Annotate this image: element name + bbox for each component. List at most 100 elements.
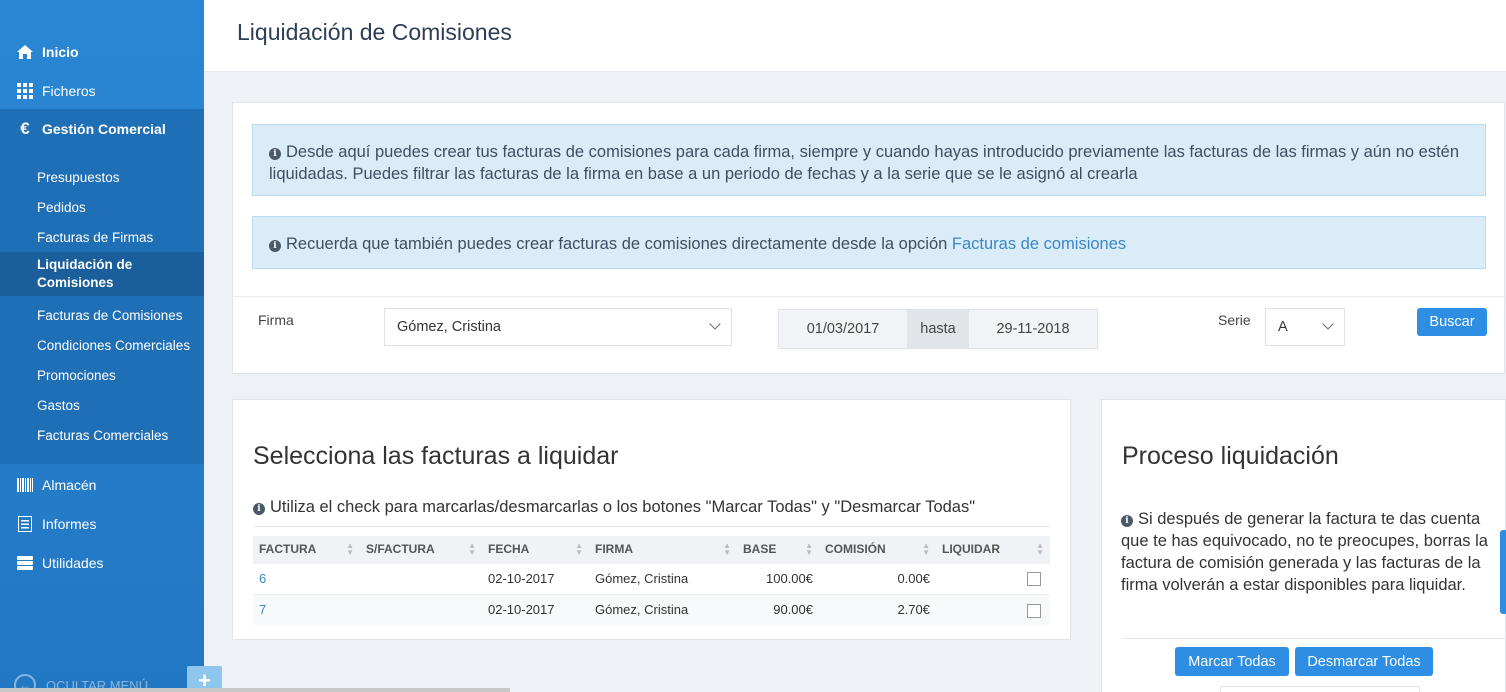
firma-label: Firma: [258, 312, 294, 328]
process-title: Proceso liquidación: [1122, 442, 1339, 470]
sidebar-item-facturas-firmas[interactable]: Facturas de Firmas: [0, 228, 204, 246]
nav-informes[interactable]: Informes: [0, 504, 204, 543]
mark-all-button[interactable]: Marcar Todas: [1175, 647, 1289, 676]
date-from-input[interactable]: 01/03/2017: [779, 310, 907, 348]
firma-cell: Gómez, Cristina: [589, 562, 737, 594]
fecha-cell: 02-10-2017: [482, 593, 589, 625]
search-button[interactable]: Buscar: [1417, 308, 1487, 336]
sort-icon: ▲ ▼: [805, 541, 813, 557]
sort-icon: ▲ ▼: [922, 541, 930, 557]
base-cell: 100.00€: [737, 562, 819, 594]
sort-icon: ▲ ▼: [468, 541, 476, 557]
facturas-comisiones-link[interactable]: Facturas de comisiones: [952, 235, 1126, 253]
nav-ficheros-label: Ficheros: [42, 82, 96, 99]
firma-select-value: Gómez, Cristina: [397, 319, 501, 335]
nav-inicio[interactable]: Inicio: [0, 32, 204, 71]
comision-cell: 2.70€: [819, 593, 936, 625]
s-factura-cell: [360, 562, 482, 594]
divider: [1122, 638, 1506, 639]
factura-link[interactable]: 7: [259, 602, 266, 617]
sidebar-item-pedidos[interactable]: Pedidos: [0, 198, 204, 216]
sidebar-item-promociones[interactable]: Promociones: [0, 366, 204, 384]
nav-gestion-comercial-label: Gestión Comercial: [42, 120, 166, 137]
info-alert-description: i Desde aquí puedes crear tus facturas de…: [252, 124, 1486, 196]
sub-item-label: Pedidos: [37, 199, 86, 215]
side-scroll-tab[interactable]: [1500, 530, 1506, 614]
info-panel: i Desde aquí puedes crear tus facturas de…: [232, 102, 1505, 298]
sidebar-item-facturas-comisiones[interactable]: Facturas de Comisiones: [0, 306, 204, 324]
column-header[interactable]: S/FACTURA ▲ ▼: [360, 536, 482, 563]
sub-item-label: Liquidación de Comisiones: [37, 257, 133, 290]
liquidar-cell: [936, 562, 1050, 594]
process-info: i Si después de generar la factura te das…: [1121, 508, 1489, 596]
nav-utilidades-label: Utilidades: [42, 554, 104, 571]
factura-link[interactable]: 6: [259, 571, 266, 586]
barcode-icon: [16, 476, 34, 494]
factura-cell: 6: [253, 562, 360, 594]
column-header[interactable]: FIRMA ▲ ▼: [589, 536, 737, 563]
sidebar-item-presupuestos[interactable]: Presupuestos: [0, 168, 204, 186]
date-range: 01/03/2017 hasta 29-11-2018: [778, 309, 1098, 349]
column-header[interactable]: LIQUIDAR ▲ ▼: [936, 536, 1050, 563]
sub-item-label: Presupuestos: [37, 169, 120, 185]
column-header[interactable]: COMISIÓN ▲ ▼: [819, 536, 936, 563]
page-title: Liquidación de Comisiones: [237, 19, 512, 45]
unmark-all-button[interactable]: Desmarcar Todas: [1295, 647, 1433, 676]
page-header: Liquidación de Comisiones: [204, 0, 1506, 72]
divider: [253, 526, 1050, 527]
s-factura-cell: [360, 593, 482, 625]
liquidar-checkbox[interactable]: [1027, 603, 1041, 618]
fecha-cell: 02-10-2017: [482, 562, 589, 594]
table-row: 6 02-10-2017 Gómez, Cristina 100.00€ 0.0…: [253, 562, 1050, 594]
invoices-panel: Selecciona las facturas a liquidar i Util…: [232, 399, 1071, 640]
nav-almacen-label: Almacén: [42, 476, 97, 493]
invoices-title: Selecciona las facturas a liquidar: [253, 442, 619, 470]
list-icon: [16, 515, 34, 533]
comision-cell: 0.00€: [819, 562, 936, 594]
firma-select[interactable]: Gómez, Cristina: [384, 308, 732, 346]
info-icon: i: [269, 240, 281, 252]
sort-icon: ▲ ▼: [346, 541, 354, 557]
sidebar-item-condiciones-comerciales[interactable]: Condiciones Comerciales: [0, 336, 204, 354]
bottom-scrollbar[interactable]: [0, 688, 510, 692]
sidebar-item-liquidacion-comisiones[interactable]: Liquidación de Comisiones: [0, 252, 204, 296]
info-icon: i: [253, 503, 265, 515]
table-header-row: FACTURA ▲ ▼ S/FACTURA ▲ ▼ FECHA ▲ ▼ FIRMA ▲ ▼ BA…: [253, 536, 1050, 563]
invoices-hint: i Utiliza el check para marcarlas/desmarc…: [253, 498, 975, 517]
server-icon: [16, 554, 34, 572]
nav-almacen[interactable]: Almacén: [0, 465, 204, 504]
info-icon: i: [269, 148, 281, 160]
invoices-table: FACTURA ▲ ▼ S/FACTURA ▲ ▼ FECHA ▲ ▼ FIRMA ▲ ▼ BA…: [253, 536, 1050, 625]
sub-item-label: Promociones: [37, 367, 116, 383]
chevron-down-icon: [1322, 318, 1334, 330]
nav-utilidades[interactable]: Utilidades: [0, 543, 204, 582]
sub-item-label: Facturas de Firmas: [37, 229, 154, 245]
column-header[interactable]: FACTURA ▲ ▼: [253, 536, 360, 563]
sub-item-label: Condiciones Comerciales: [37, 337, 191, 353]
nav-ficheros[interactable]: Ficheros: [0, 71, 204, 110]
nav-gestion-comercial[interactable]: € Gestión Comercial: [0, 109, 204, 148]
liquidar-cell: [936, 593, 1050, 625]
column-header[interactable]: BASE ▲ ▼: [737, 536, 819, 563]
column-header[interactable]: FECHA ▲ ▼: [482, 536, 589, 563]
liquidar-checkbox[interactable]: [1027, 572, 1041, 587]
serie-select-value: A: [1278, 319, 1288, 335]
date-range-separator: hasta: [907, 310, 969, 348]
nav-inicio-label: Inicio: [42, 43, 79, 60]
info-alert-text: Desde aquí puedes crear tus facturas de …: [269, 143, 1460, 183]
sidebar-item-facturas-comerciales[interactable]: Facturas Comerciales: [0, 426, 204, 444]
serie-label: Serie: [1218, 312, 1251, 328]
info-alert-shortcut: i Recuerda que también puedes crear factu…: [252, 216, 1486, 269]
partial-box: [1220, 686, 1420, 692]
sub-item-label: Facturas Comerciales: [37, 427, 169, 443]
factura-cell: 7: [253, 593, 360, 625]
sidebar-item-gastos[interactable]: Gastos: [0, 396, 204, 414]
base-cell: 90.00€: [737, 593, 819, 625]
sidebar: Inicio Ficheros € Gestión Comercial Pres…: [0, 0, 204, 692]
home-icon: [16, 43, 34, 61]
info-alert-text: Recuerda que también puedes crear factur…: [286, 235, 948, 253]
invoices-hint-text: Utiliza el check para marcarlas/desmarca…: [270, 498, 976, 516]
serie-select[interactable]: A: [1265, 308, 1345, 346]
submenu-gestion-comercial: Presupuestos Pedidos Facturas de Firmas …: [0, 148, 204, 464]
date-to-input[interactable]: 29-11-2018: [969, 310, 1097, 348]
